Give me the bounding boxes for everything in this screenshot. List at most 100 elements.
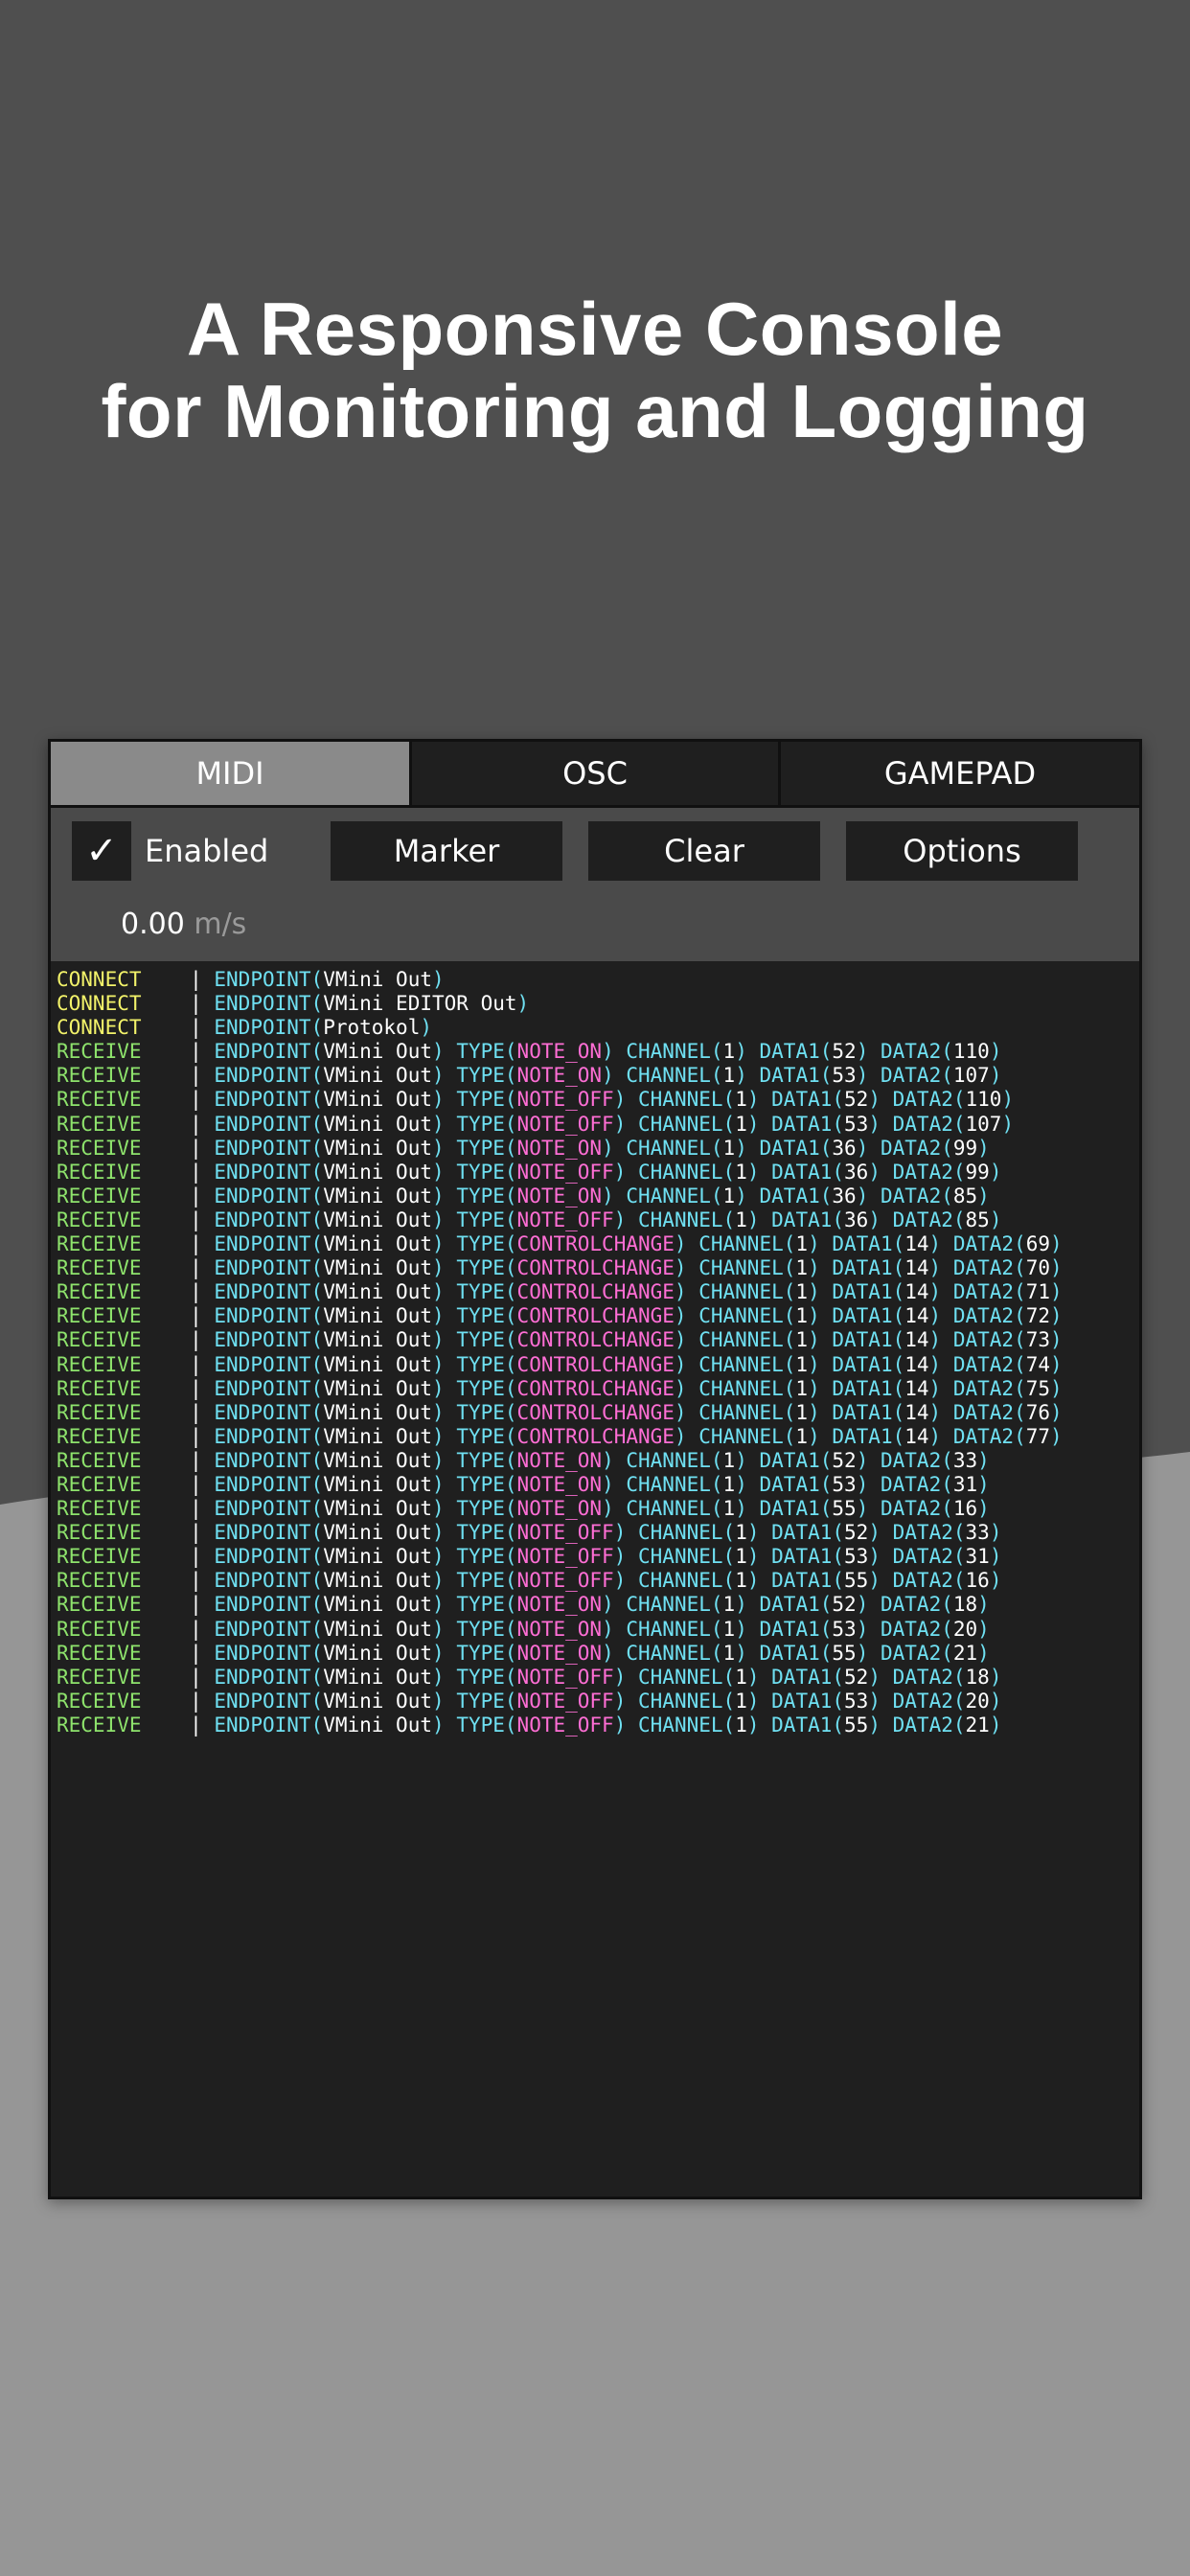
log-paren: ( (504, 1497, 517, 1521)
log-data1-key: DATA1 (759, 1448, 820, 1472)
log-paren: ) (746, 1112, 760, 1136)
log-endpoint: VMini Out (323, 1064, 432, 1088)
log-paren: ( (310, 1328, 324, 1352)
log-paren: ) (674, 1328, 687, 1352)
log-paren: ( (832, 1088, 845, 1112)
log-paren: ( (710, 1617, 723, 1641)
log-separator: | (190, 1472, 215, 1496)
log-data2-key: DATA2 (892, 1665, 953, 1689)
log-event: RECEIVE (57, 1064, 142, 1088)
tab-osc[interactable]: OSC (409, 742, 778, 805)
log-data2: 110 (965, 1088, 1002, 1112)
log-channel-key: CHANNEL (638, 1208, 723, 1231)
log-data2-key: DATA2 (892, 1112, 953, 1136)
log-data2: 31 (965, 1545, 990, 1569)
log-output[interactable]: CONNECT | ENDPOINT(VMini Out) CONNECT | E… (57, 968, 1133, 1737)
log-paren: ( (310, 1304, 324, 1328)
log-data2: 18 (965, 1665, 990, 1689)
options-button[interactable]: Options (846, 821, 1078, 881)
tab-midi[interactable]: MIDI (51, 742, 409, 805)
log-data2-key: DATA2 (952, 1232, 1015, 1256)
log-paren: ) (746, 1545, 760, 1569)
log-paren: ( (722, 1160, 736, 1184)
log-data1-key: DATA1 (759, 1184, 820, 1208)
log-channel-key: CHANNEL (698, 1256, 784, 1280)
log-paren: ( (710, 1184, 723, 1208)
log-type: NOTE_OFF (516, 1569, 614, 1593)
log-paren: ) (928, 1424, 942, 1448)
log-data2-key: DATA2 (881, 1136, 942, 1160)
log-channel: 1 (735, 1521, 747, 1545)
log-paren: ( (504, 1641, 517, 1665)
log-paren: ) (808, 1232, 820, 1256)
log-data2-key: DATA2 (881, 1184, 942, 1208)
message-rate: 0.00 m/s (121, 908, 246, 941)
log-line: CONNECT | ENDPOINT(VMini Out) (57, 968, 1133, 992)
log-paren: ) (746, 1689, 760, 1713)
log-data2: 75 (1025, 1376, 1051, 1400)
tab-gamepad[interactable]: GAMEPAD (778, 742, 1139, 805)
message-rate-value: 0.00 (121, 908, 185, 941)
marker-button[interactable]: Marker (331, 821, 562, 881)
log-paren: ) (977, 1472, 990, 1496)
checkmark-icon: ✓ (85, 829, 118, 873)
log-line: RECEIVE | ENDPOINT(VMini Out) TYPE(NOTE_… (57, 1473, 1133, 1497)
log-data1-key: DATA1 (759, 1064, 820, 1088)
clear-button[interactable]: Clear (588, 821, 820, 881)
log-paren: ) (613, 1689, 627, 1713)
log-type: NOTE_OFF (516, 1713, 614, 1736)
log-paren: ) (432, 1160, 445, 1184)
log-paren: ( (310, 1184, 324, 1208)
log-event: RECEIVE (57, 1136, 142, 1160)
log-paren: ) (1050, 1376, 1063, 1400)
log-paren: ) (868, 1569, 881, 1593)
log-paren: ( (504, 1160, 517, 1184)
log-data1-key: DATA1 (771, 1208, 833, 1231)
log-type-key: TYPE (456, 1545, 505, 1569)
log-endpoint: VMini Out (323, 1160, 432, 1184)
log-paren: ) (1050, 1280, 1063, 1304)
log-paren: ) (1050, 1256, 1063, 1280)
log-paren: ( (941, 1617, 953, 1641)
log-paren: ) (928, 1232, 942, 1256)
log-line: RECEIVE | ENDPOINT(VMini Out) TYPE(NOTE_… (57, 1642, 1133, 1666)
log-paren: ) (989, 1713, 1002, 1736)
log-line: CONNECT | ENDPOINT(VMini EDITOR Out) (57, 992, 1133, 1016)
log-type-key: TYPE (456, 1400, 505, 1424)
log-channel: 1 (722, 1472, 736, 1496)
log-paren: ( (722, 1689, 736, 1713)
log-separator: | (190, 1256, 215, 1280)
log-channel-key: CHANNEL (698, 1400, 784, 1424)
log-paren: ) (613, 1521, 627, 1545)
log-paren: ( (722, 1545, 736, 1569)
log-data2-key: DATA2 (881, 1641, 942, 1665)
log-paren: ) (856, 1497, 869, 1521)
log-paren: ) (602, 1136, 614, 1160)
log-data1: 52 (832, 1593, 857, 1617)
log-data1: 53 (832, 1064, 857, 1088)
log-separator: | (190, 1689, 215, 1713)
log-paren: ) (613, 1208, 627, 1231)
log-paren: ) (1050, 1304, 1063, 1328)
log-paren: ( (832, 1112, 845, 1136)
log-line: RECEIVE | ENDPOINT(VMini Out) TYPE(NOTE_… (57, 1064, 1133, 1088)
log-line: RECEIVE | ENDPOINT(VMini Out) TYPE(NOTE_… (57, 1449, 1133, 1473)
log-endpoint-key: ENDPOINT (214, 1569, 311, 1593)
log-type-key: TYPE (456, 1040, 505, 1064)
log-data1: 55 (844, 1713, 869, 1736)
log-separator: | (190, 1617, 215, 1641)
enabled-checkbox[interactable]: ✓ (72, 821, 131, 881)
log-paren: ) (735, 1064, 747, 1088)
log-separator: | (190, 1400, 215, 1424)
log-data2-key: DATA2 (892, 1208, 953, 1231)
log-paren: ) (432, 1184, 445, 1208)
log-paren: ) (856, 1064, 869, 1088)
log-event: RECEIVE (57, 1593, 142, 1617)
log-paren: ) (432, 1424, 445, 1448)
log-paren: ( (783, 1304, 796, 1328)
log-paren: ( (941, 1593, 953, 1617)
log-event: RECEIVE (57, 1448, 142, 1472)
log-data2-key: DATA2 (881, 1064, 942, 1088)
log-paren: ) (602, 1448, 614, 1472)
log-data2-key: DATA2 (952, 1352, 1015, 1376)
